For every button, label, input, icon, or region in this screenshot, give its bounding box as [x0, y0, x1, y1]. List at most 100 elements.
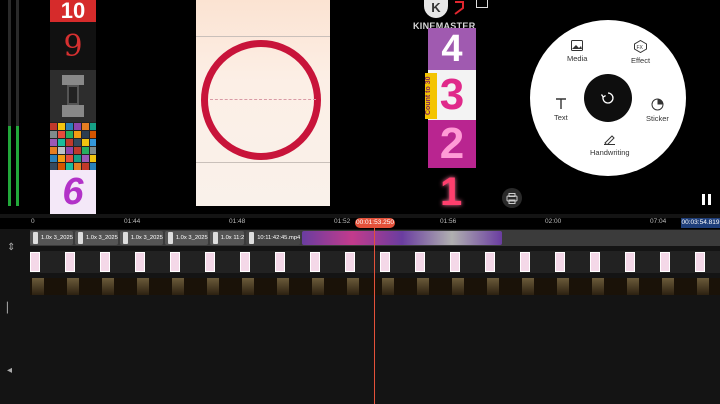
radial-edit-menu: Media FX Effect Text Sticker Handwriting — [530, 20, 686, 176]
overlay-clip[interactable] — [590, 252, 600, 272]
media-button[interactable]: Media — [567, 40, 587, 63]
ruler-tick: 01:44 — [124, 218, 141, 225]
overlay-clip[interactable] — [485, 252, 495, 272]
overlay-clip[interactable] — [625, 252, 635, 272]
bg-clip[interactable] — [697, 278, 709, 295]
bg-clip[interactable] — [137, 278, 149, 295]
bg-clip[interactable] — [662, 278, 674, 295]
text-button[interactable]: Text — [554, 98, 568, 122]
sticker-icon — [651, 98, 664, 111]
bg-clip[interactable] — [592, 278, 604, 295]
pause-button[interactable] — [697, 190, 715, 208]
overlay-clip[interactable] — [135, 252, 145, 272]
overlay-clip[interactable] — [310, 252, 320, 272]
overlay-clip[interactable] — [520, 252, 530, 272]
playhead[interactable] — [374, 228, 375, 404]
meter-level — [16, 126, 19, 206]
overlay-clip[interactable] — [555, 252, 565, 272]
collapse-icon[interactable]: ◂ — [7, 365, 19, 377]
video-clip[interactable]: 1.0x 3_2025 — [74, 231, 118, 245]
bg-clip[interactable] — [452, 278, 464, 295]
export-button[interactable] — [502, 188, 522, 208]
handwriting-button[interactable]: Handwriting — [590, 133, 630, 157]
overlay-clip[interactable] — [345, 252, 355, 272]
bg-clip[interactable] — [277, 278, 289, 295]
record-indicator-icon — [454, 1, 464, 15]
bg-clip[interactable] — [172, 278, 184, 295]
overlay-clip[interactable] — [30, 252, 40, 272]
ruler-tick: 02:00 — [545, 218, 562, 225]
overlay-clip[interactable] — [660, 252, 670, 272]
overlay-track[interactable] — [30, 251, 720, 273]
bg-clip[interactable] — [102, 278, 114, 295]
playhead-time: 00:01:53.250 — [355, 218, 395, 228]
thumb-four: 4 — [428, 28, 476, 70]
mosaic-grid — [50, 122, 96, 170]
overlay-clip[interactable] — [695, 252, 705, 272]
total-duration: 00:03:54.819 — [681, 218, 720, 228]
undo-button[interactable] — [584, 74, 632, 122]
thumb-one: 1 — [440, 170, 463, 214]
ruler-tick: 07:04 — [650, 218, 667, 225]
pen-icon — [604, 135, 616, 145]
undo-icon — [600, 92, 614, 104]
track-handle-icon[interactable]: ▏ — [7, 303, 19, 315]
thumb-two: 2 — [428, 120, 476, 168]
text-icon — [555, 98, 566, 109]
kinemaster-logo-icon: K — [424, 0, 448, 18]
main-video-track[interactable]: 1.0x 3_2025 1.0x 3_2025 1.0x 3_2025 1.0x… — [30, 230, 720, 246]
video-clip[interactable]: 1.0x 3_2025 — [164, 231, 208, 245]
bg-clip[interactable] — [312, 278, 324, 295]
bg-clip[interactable] — [522, 278, 534, 295]
expand-tracks-icon[interactable]: ⇕ — [7, 242, 19, 254]
thumb-ten: 10 — [50, 0, 96, 22]
overlay-clip[interactable] — [170, 252, 180, 272]
overlay-clip[interactable] — [380, 252, 390, 272]
video-clip[interactable]: 1.0x 11:2 — [209, 231, 245, 245]
video-clip[interactable]: 1.0x 3_2025 — [30, 231, 73, 245]
bg-clip[interactable] — [32, 278, 44, 295]
ruler-tick: 01:48 — [229, 218, 246, 225]
audio-meter-left — [8, 0, 11, 206]
media-icon — [571, 40, 584, 51]
video-clip[interactable] — [302, 231, 503, 245]
overlay-clip[interactable] — [205, 252, 215, 272]
bg-clip[interactable] — [627, 278, 639, 295]
pause-bar — [701, 193, 705, 205]
bg-clip[interactable] — [557, 278, 569, 295]
overlay-clip[interactable] — [100, 252, 110, 272]
export-icon — [506, 192, 518, 204]
bg-clip[interactable] — [67, 278, 79, 295]
bg-clip[interactable] — [487, 278, 499, 295]
video-clip[interactable]: 10:11:42:45.mp4 — [246, 231, 301, 245]
thumb-six: 6 — [50, 170, 96, 214]
ruler-tick: 01:52 — [334, 218, 351, 225]
effect-icon: FX — [634, 40, 648, 53]
effect-button[interactable]: FX Effect — [631, 40, 650, 65]
overlay-clip[interactable] — [240, 252, 250, 272]
bg-clip[interactable] — [242, 278, 254, 295]
bg-clip[interactable] — [417, 278, 429, 295]
bg-clip[interactable] — [347, 278, 359, 295]
overlay-clip[interactable] — [450, 252, 460, 272]
overlay-clip[interactable] — [415, 252, 425, 272]
bg-clip[interactable] — [207, 278, 219, 295]
video-preview[interactable] — [196, 0, 330, 206]
background-video-track[interactable] — [30, 278, 720, 295]
overlay-clip[interactable] — [65, 252, 75, 272]
thumb-mosaic — [50, 122, 96, 170]
overlay-clip[interactable] — [275, 252, 285, 272]
ruler-tick: 01:56 — [440, 218, 457, 225]
document-icon[interactable] — [476, 0, 488, 8]
dashed-guide — [210, 99, 316, 100]
pause-bar — [707, 193, 711, 205]
ruler-tick: 0 — [31, 218, 35, 225]
thumb-eight — [50, 70, 96, 122]
video-clip[interactable]: 1.0x 3_2025 — [119, 231, 163, 245]
block-figure-icon — [62, 75, 84, 117]
sticker-button[interactable]: Sticker — [646, 98, 669, 123]
svg-text:FX: FX — [637, 45, 644, 51]
bg-clip[interactable] — [382, 278, 394, 295]
guide-line — [196, 36, 330, 37]
zero-ring — [201, 40, 321, 160]
